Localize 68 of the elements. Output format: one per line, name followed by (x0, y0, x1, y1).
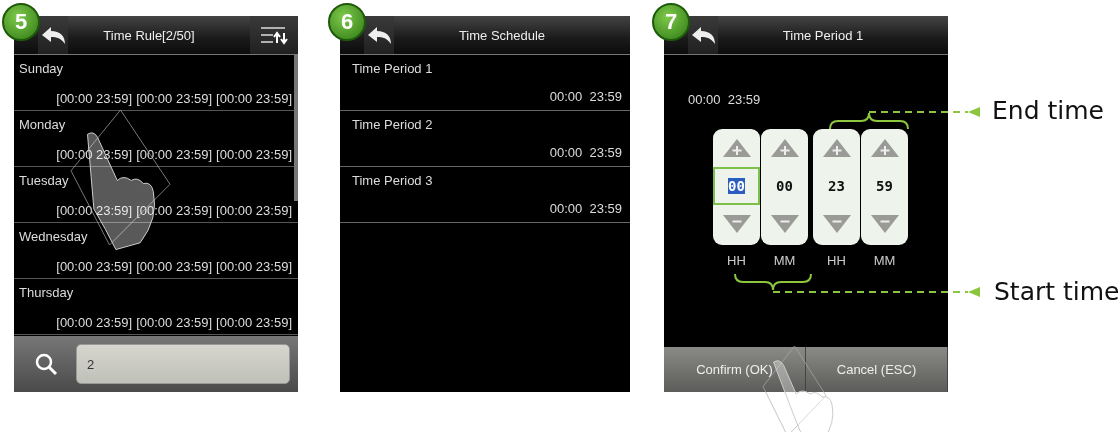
time-range: [00:00 23:59] (216, 315, 292, 330)
minus-triangle-icon (821, 214, 852, 234)
screen-title: Time Period 1 (781, 27, 865, 43)
time-range: [00:00 23:59] (136, 91, 213, 106)
back-button[interactable] (364, 16, 394, 54)
callout-label: End time (992, 96, 1104, 125)
time-range: 00:00 23:59 (549, 145, 622, 160)
time-range: [00:00 23:59] (216, 203, 292, 218)
day-label: Sunday (19, 61, 65, 76)
back-arrow-icon (40, 25, 66, 45)
plus-triangle-icon (769, 138, 800, 158)
plus-triangle-icon (721, 138, 752, 158)
screen-title: Time Schedule (457, 27, 547, 43)
unit-label: HH (827, 253, 846, 268)
back-arrow-icon (366, 25, 392, 45)
screen-title: Time Rule[2/50] (102, 27, 196, 43)
step-badge: 6 (328, 3, 366, 41)
value-field[interactable]: 59 (861, 167, 908, 205)
time-range: [00:00 23:59] (56, 315, 133, 330)
step-badge: 5 (2, 3, 40, 41)
minus-triangle-icon (721, 214, 752, 234)
period-name: Time Period 1 (352, 61, 434, 76)
time-range: [00:00 23:59] (136, 259, 213, 274)
sort-button[interactable] (250, 16, 298, 54)
day-label: Monday (19, 117, 67, 132)
time-range: [00:00 23:59] (56, 203, 133, 218)
time-range: [00:00 23:59] (136, 203, 213, 218)
time-range: [00:00 23:59] (56, 91, 133, 106)
dialog-button[interactable]: Confirm (OK) (664, 347, 806, 392)
period-row[interactable]: Time Period 2 00:00 23:59 (340, 111, 630, 167)
period-name: Time Period 3 (352, 173, 434, 188)
day-label: Thursday (19, 285, 75, 300)
period-row[interactable]: Time Period 1 00:00 23:59 (340, 55, 630, 111)
back-button[interactable] (688, 16, 718, 54)
unit-label: MM (773, 253, 796, 268)
scrollbar[interactable] (294, 55, 298, 201)
callout-label: Start time (994, 277, 1120, 306)
sort-icon (259, 25, 289, 45)
dialog-button[interactable]: Cancel (ESC) (806, 347, 948, 392)
value-field[interactable]: 23 (813, 167, 860, 205)
rule-row[interactable]: Thursday [00:00 23:59] [00:00 23:59] [00:00 23:59] (14, 279, 298, 335)
minus-triangle-icon (769, 214, 800, 234)
search-field[interactable]: 2 (76, 344, 290, 384)
time-range: [00:00 23:59] (216, 147, 292, 162)
value-field[interactable]: 00 (761, 167, 808, 205)
rule-row[interactable]: Wednesday [00:00 23:59] [00:00 23:59] [00:00 23:59] (14, 223, 298, 279)
time-range: [00:00 23:59] (56, 259, 133, 274)
time-range: 00:00 23:59 (549, 89, 622, 104)
minus-triangle-icon (869, 214, 900, 234)
unit-label: MM (873, 253, 896, 268)
search-icon[interactable] (34, 352, 58, 376)
time-range: 00:00 23:59 (688, 92, 762, 107)
plus-triangle-icon (869, 138, 900, 158)
time-range: 00:00 23:59 (549, 201, 622, 216)
back-button[interactable] (38, 16, 68, 54)
day-label: Wednesday (19, 229, 89, 244)
time-range: [00:00 23:59] (136, 315, 213, 330)
back-arrow-icon (690, 25, 716, 45)
value-field[interactable]: 00 (713, 167, 760, 205)
time-range: [00:00 23:59] (136, 147, 213, 162)
period-name: Time Period 2 (352, 117, 434, 132)
plus-triangle-icon (821, 138, 852, 158)
time-range: [00:00 23:59] (216, 259, 292, 274)
time-range: [00:00 23:59] (216, 91, 292, 106)
step-badge: 7 (652, 3, 690, 41)
period-row[interactable]: Time Period 3 00:00 23:59 (340, 167, 630, 223)
unit-label: HH (727, 253, 746, 268)
day-label: Tuesday (19, 173, 70, 188)
